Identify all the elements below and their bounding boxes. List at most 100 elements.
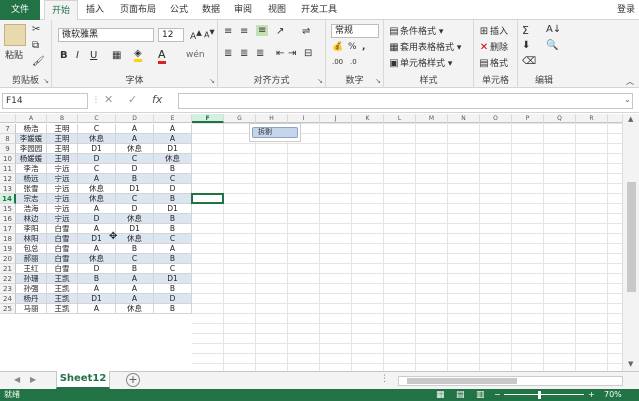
zoom-in-icon[interactable]: +: [588, 389, 595, 401]
table-cell[interactable]: 李园园: [16, 144, 47, 154]
table-cell[interactable]: A: [116, 134, 154, 144]
normal-view-icon[interactable]: ▦: [436, 389, 445, 401]
align-bottom-icon[interactable]: ≡: [256, 25, 269, 36]
table-cell[interactable]: C: [154, 174, 192, 184]
selected-cell[interactable]: [191, 193, 224, 204]
row-header[interactable]: 9: [0, 144, 16, 154]
formula-input[interactable]: [178, 93, 633, 109]
tab-page-layout[interactable]: 页面布局: [114, 0, 162, 20]
table-cell[interactable]: C: [78, 124, 116, 134]
table-cell[interactable]: A: [78, 174, 116, 184]
column-header[interactable]: J: [320, 114, 352, 123]
tab-home[interactable]: 开始: [44, 0, 78, 21]
table-cell[interactable]: D: [116, 204, 154, 214]
clipboard-launcher-icon[interactable]: ↘: [43, 77, 49, 85]
select-all-corner[interactable]: [0, 114, 16, 123]
table-cell[interactable]: 宁远: [47, 204, 78, 214]
border-icon[interactable]: ▦: [112, 50, 121, 61]
insert-cells-button[interactable]: ⊞ 插入: [478, 24, 508, 38]
align-middle-icon[interactable]: ≡: [240, 26, 248, 37]
paste-button[interactable]: 粘贴: [5, 48, 23, 61]
table-cell[interactable]: D: [116, 164, 154, 174]
table-cell[interactable]: 宗志: [16, 194, 47, 204]
table-cell[interactable]: 包总: [16, 244, 47, 254]
alignment-launcher-icon[interactable]: ↘: [317, 77, 323, 85]
font-name-select[interactable]: 微软雅黑: [58, 28, 154, 42]
table-cell[interactable]: D1: [116, 184, 154, 194]
split-handle-icon[interactable]: ⋮: [380, 374, 389, 384]
table-cell[interactable]: 休息: [116, 214, 154, 224]
insert-function-button[interactable]: fx: [152, 93, 162, 106]
table-cell[interactable]: B: [116, 244, 154, 254]
align-top-icon[interactable]: ≡: [224, 26, 232, 37]
vertical-scroll-thumb[interactable]: [627, 182, 636, 292]
add-sheet-icon[interactable]: +: [126, 373, 140, 387]
wrap-text-icon[interactable]: ⇌: [302, 26, 310, 37]
enter-icon[interactable]: ✓: [128, 93, 137, 106]
table-cell[interactable]: A: [78, 244, 116, 254]
table-cell[interactable]: A: [154, 244, 192, 254]
table-cell[interactable]: C: [154, 234, 192, 244]
grow-font-icon[interactable]: A▲: [190, 28, 202, 42]
table-cell[interactable]: 白雪: [47, 254, 78, 264]
table-cell[interactable]: D1: [78, 144, 116, 154]
paste-icon[interactable]: [4, 24, 26, 46]
table-cell[interactable]: A: [78, 304, 116, 314]
table-cell[interactable]: 休息: [116, 144, 154, 154]
table-cell[interactable]: B: [154, 194, 192, 204]
column-header[interactable]: C: [78, 114, 116, 123]
table-cell[interactable]: 张雪: [16, 184, 47, 194]
table-cell[interactable]: C: [116, 154, 154, 164]
table-cell[interactable]: 休息: [154, 154, 192, 164]
table-cell[interactable]: C: [78, 164, 116, 174]
floating-shape[interactable]: 拆剔: [252, 127, 298, 138]
table-cell[interactable]: D1: [116, 224, 154, 234]
increase-decimal-icon[interactable]: .00: [332, 58, 343, 66]
zoom-level[interactable]: 70%: [604, 389, 622, 401]
table-cell[interactable]: B: [154, 224, 192, 234]
column-header[interactable]: R: [576, 114, 608, 123]
fill-color-icon[interactable]: ◈: [134, 48, 142, 62]
indent-increase-icon[interactable]: ⇥: [288, 48, 296, 59]
table-cell[interactable]: D1: [78, 294, 116, 304]
table-cell[interactable]: 林边: [16, 214, 47, 224]
column-header[interactable]: L: [384, 114, 416, 123]
table-cell[interactable]: B: [154, 284, 192, 294]
table-cell[interactable]: 李浩: [16, 164, 47, 174]
table-cell[interactable]: D: [78, 264, 116, 274]
table-cell[interactable]: 白雪: [47, 244, 78, 254]
comma-button[interactable]: ,: [362, 42, 365, 52]
table-cell[interactable]: 杨浩: [16, 124, 47, 134]
table-cell[interactable]: 白雪: [47, 224, 78, 234]
table-cell[interactable]: D1: [154, 204, 192, 214]
worksheet-grid[interactable]: ABCDEFGHIJKLMNOPQR 7 8 9 10 11 12 13 14 15 16 17 18…: [0, 114, 622, 371]
decrease-decimal-icon[interactable]: .0: [350, 58, 357, 66]
table-cell[interactable]: 休息: [78, 194, 116, 204]
table-cell[interactable]: 休息: [78, 254, 116, 264]
table-cell[interactable]: 王明: [47, 144, 78, 154]
font-color-icon[interactable]: A: [158, 48, 166, 64]
table-cell[interactable]: A: [154, 134, 192, 144]
fill-icon[interactable]: ⬇: [522, 40, 530, 51]
table-cell[interactable]: B: [154, 214, 192, 224]
table-cell[interactable]: 休息: [116, 304, 154, 314]
tab-developer[interactable]: 开发工具: [296, 0, 342, 20]
zoom-slider-thumb[interactable]: [538, 391, 541, 399]
column-header[interactable]: K: [352, 114, 384, 123]
align-right-icon[interactable]: ≣: [256, 48, 264, 59]
tab-file[interactable]: 文件: [0, 0, 40, 20]
name-box[interactable]: F14: [2, 93, 88, 109]
column-header[interactable]: O: [480, 114, 512, 123]
table-cell[interactable]: A: [116, 274, 154, 284]
number-format-select[interactable]: 常规: [331, 24, 379, 38]
table-cell[interactable]: 宁远: [47, 194, 78, 204]
column-header[interactable]: I: [288, 114, 320, 123]
percent-button[interactable]: %: [348, 42, 357, 52]
zoom-slider[interactable]: [504, 394, 584, 395]
zoom-out-icon[interactable]: −: [494, 389, 501, 401]
table-cell[interactable]: 王红: [16, 264, 47, 274]
column-header[interactable]: H: [256, 114, 288, 123]
tab-view[interactable]: 视图: [262, 0, 292, 20]
orientation-icon[interactable]: ↗: [276, 26, 284, 37]
table-cell[interactable]: D1: [154, 274, 192, 284]
